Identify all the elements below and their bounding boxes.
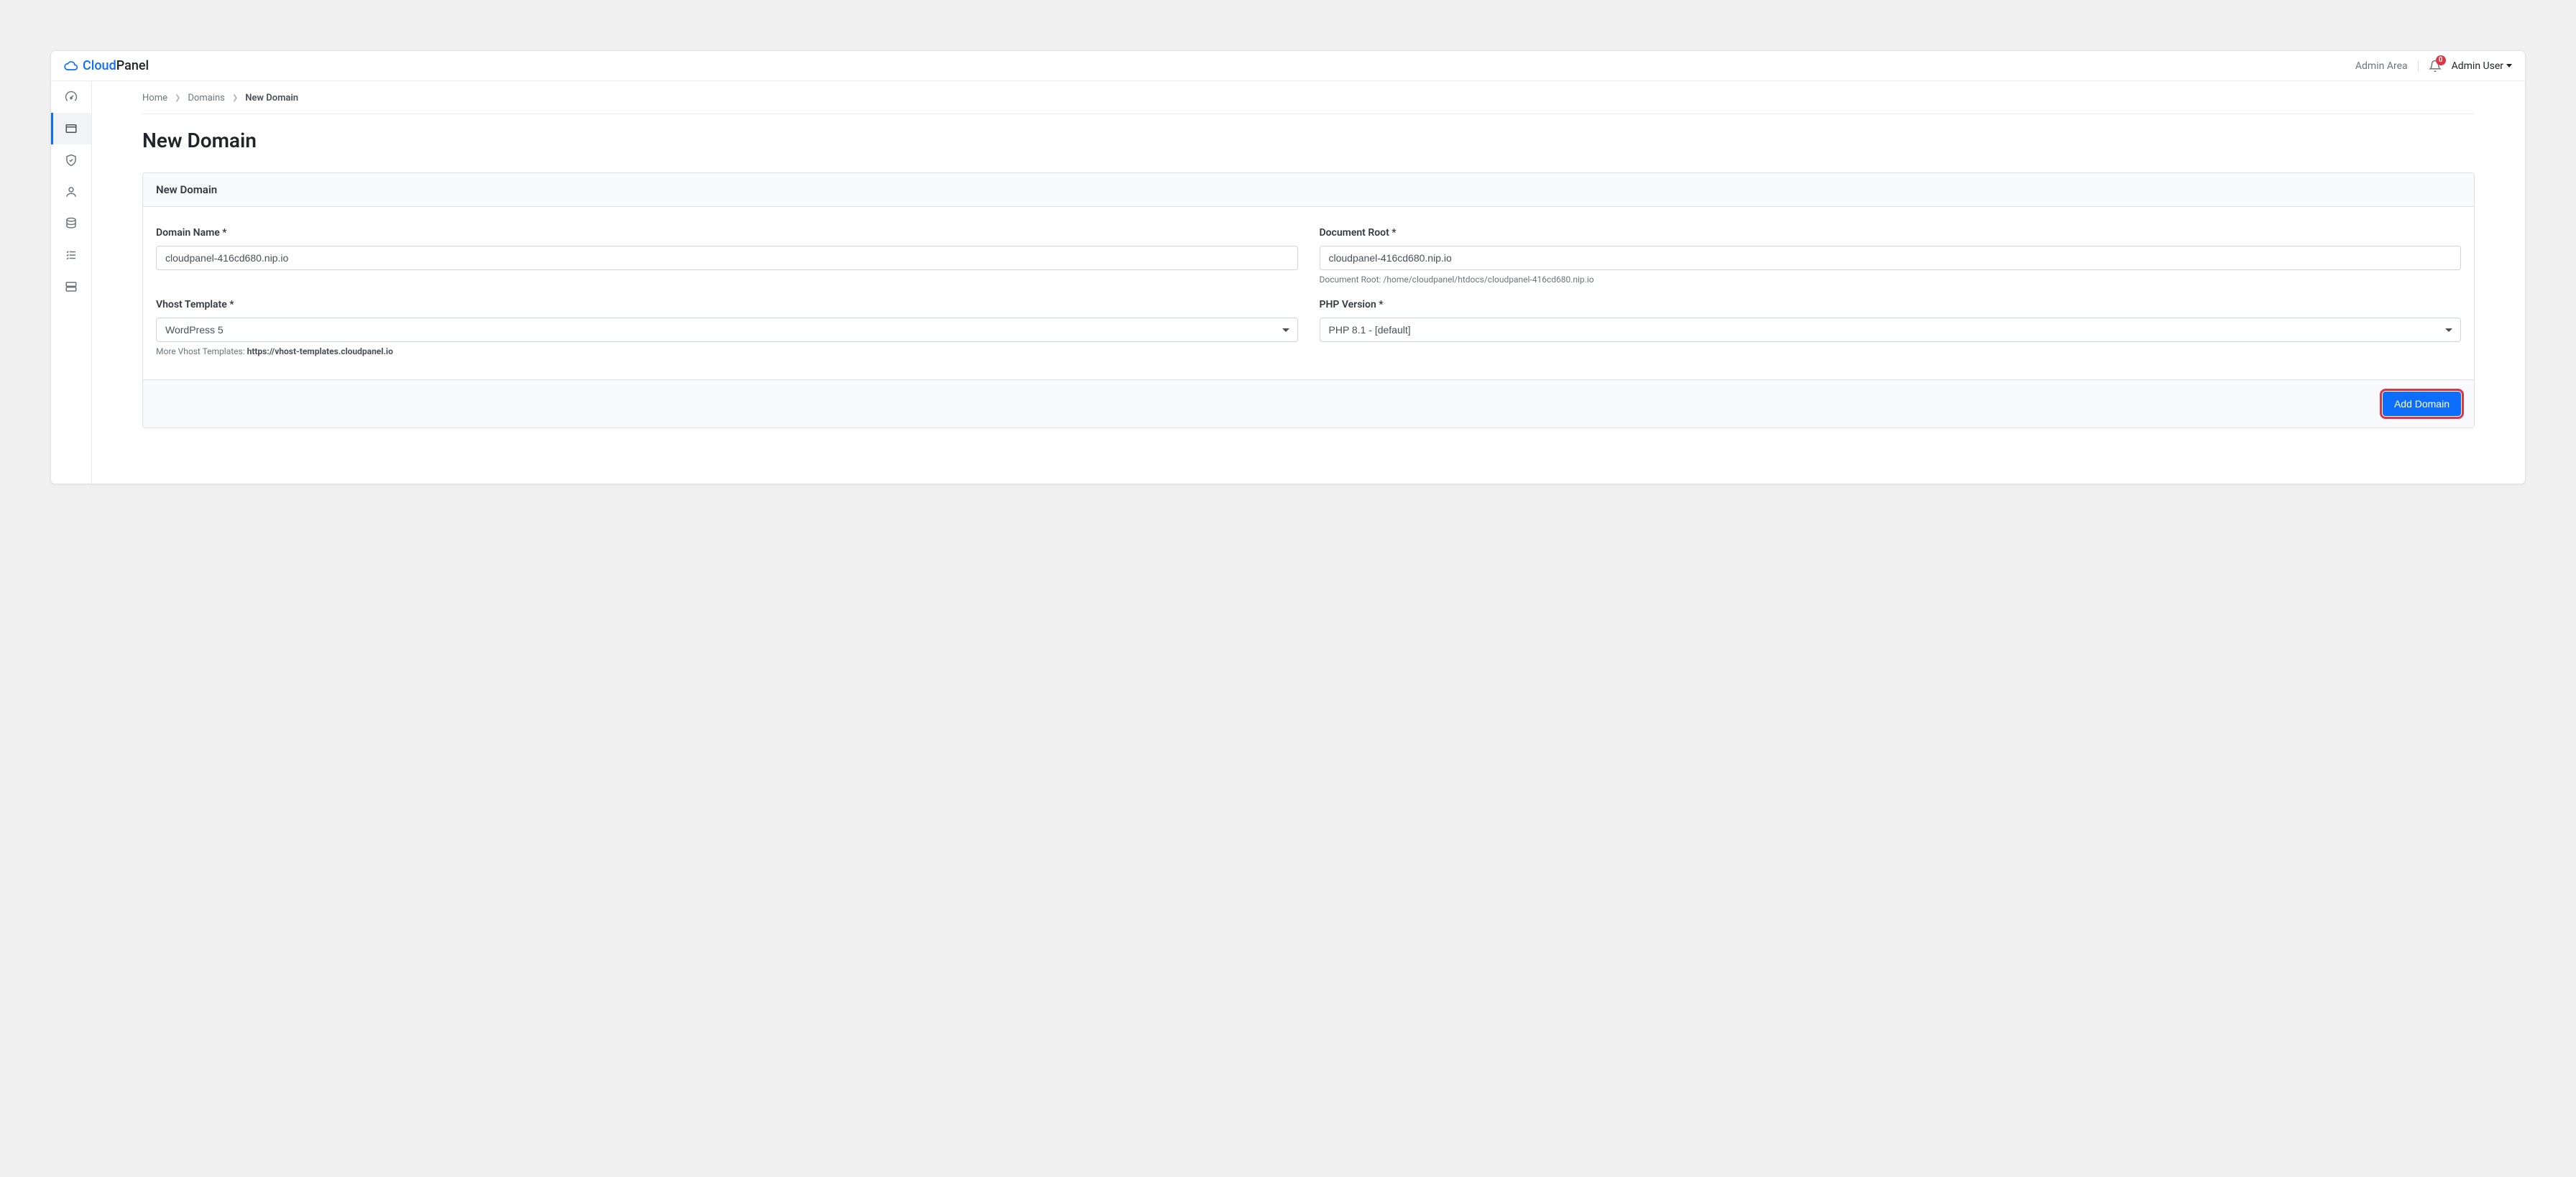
card-footer: Add Domain — [143, 379, 2474, 428]
document-root-helper: Document Root: /home/cloudpanel/htdocs/c… — [1320, 274, 2462, 285]
admin-area-link[interactable]: Admin Area — [2355, 60, 2419, 72]
database-icon — [65, 217, 78, 230]
sidebar — [51, 81, 92, 484]
document-root-input[interactable] — [1320, 246, 2462, 270]
sidebar-item-security[interactable] — [51, 144, 91, 176]
card-header: New Domain — [143, 173, 2474, 207]
gauge-icon — [65, 91, 78, 103]
page-title: New Domain — [142, 129, 2475, 152]
sidebar-item-databases[interactable] — [51, 208, 91, 239]
topbar: CloudPanel Admin Area 0 Admin User — [51, 51, 2525, 81]
sidebar-item-domains[interactable] — [51, 113, 91, 144]
breadcrumb-current: New Domain — [245, 93, 298, 103]
chevron-right-icon: ❯ — [175, 94, 180, 102]
breadcrumb: Home ❯ Domains ❯ New Domain — [142, 93, 2475, 114]
sidebar-item-users[interactable] — [51, 176, 91, 208]
domain-name-label: Domain Name * — [156, 227, 1298, 239]
app-window: CloudPanel Admin Area 0 Admin User — [50, 50, 2526, 484]
server-icon — [65, 280, 78, 293]
user-icon — [65, 185, 78, 198]
chevron-down-icon — [2506, 64, 2512, 68]
vhost-template-select[interactable]: WordPress 5 — [156, 318, 1298, 342]
card-body: Domain Name * Document Root * Document R… — [143, 207, 2474, 379]
add-domain-button[interactable]: Add Domain — [2383, 392, 2461, 416]
shield-icon — [65, 154, 78, 167]
php-version-select[interactable]: PHP 8.1 - [default] — [1320, 318, 2462, 342]
notifications-button[interactable]: 0 — [2429, 60, 2442, 73]
list-check-icon — [65, 249, 78, 262]
brand-logo[interactable]: CloudPanel — [64, 58, 149, 73]
body: Home ❯ Domains ❯ New Domain New Domain N… — [51, 81, 2525, 484]
breadcrumb-domains[interactable]: Domains — [188, 93, 224, 103]
sidebar-item-dashboard[interactable] — [51, 81, 91, 113]
user-menu[interactable]: Admin User — [2452, 60, 2512, 72]
document-root-label: Document Root * — [1320, 227, 2462, 239]
breadcrumb-home[interactable]: Home — [142, 93, 167, 103]
user-name: Admin User — [2452, 60, 2503, 72]
topbar-right: Admin Area 0 Admin User — [2355, 60, 2512, 73]
window-icon — [65, 122, 78, 135]
vhost-helper: More Vhost Templates: https://vhost-temp… — [156, 346, 1298, 356]
brand-text: CloudPanel — [83, 58, 149, 73]
php-version-label: PHP Version * — [1320, 299, 2462, 310]
main-content: Home ❯ Domains ❯ New Domain New Domain N… — [92, 81, 2525, 484]
cloud-icon — [64, 59, 78, 73]
sidebar-item-servers[interactable] — [51, 271, 91, 303]
vhost-template-label: Vhost Template * — [156, 299, 1298, 310]
domain-name-input[interactable] — [156, 246, 1298, 270]
chevron-right-icon: ❯ — [232, 94, 238, 102]
new-domain-card: New Domain Domain Name * Document Root *… — [142, 172, 2475, 428]
notification-badge: 0 — [2436, 55, 2446, 65]
sidebar-item-logs[interactable] — [51, 239, 91, 271]
